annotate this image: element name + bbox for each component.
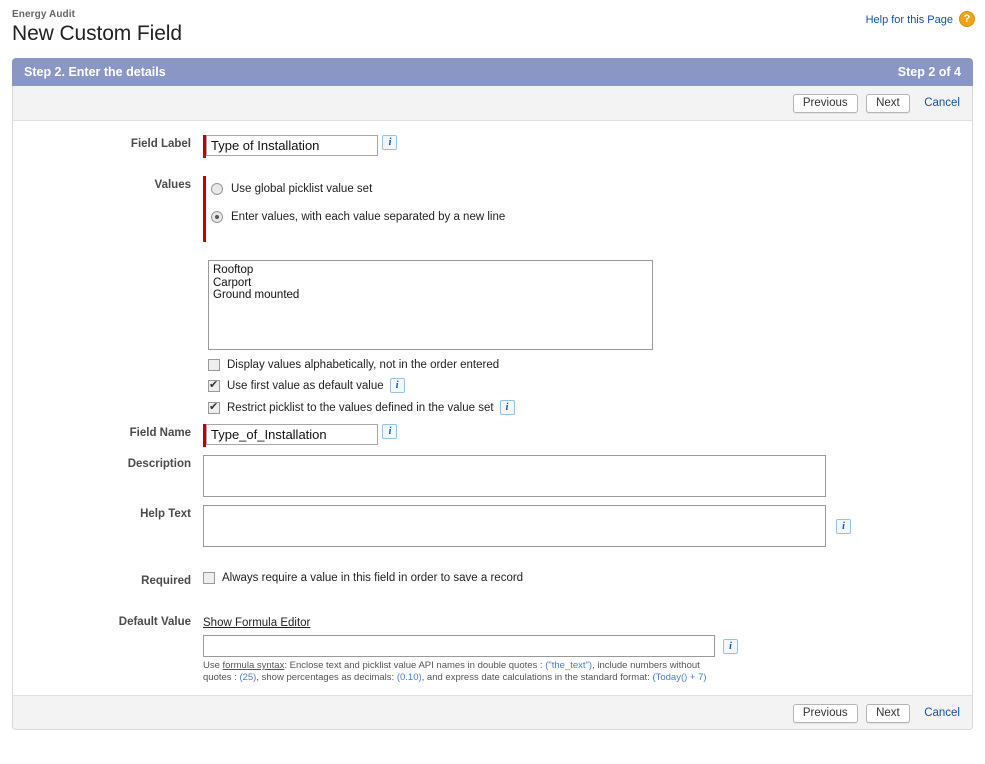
hint-token-decimal: (0.10) <box>396 671 422 683</box>
radio-global-picklist-button[interactable] <box>211 183 223 195</box>
field-label-control: i <box>203 135 972 158</box>
question-mark-icon[interactable]: ? <box>959 11 975 27</box>
checkbox-display-alphabetically-label[interactable]: Display values alphabetically, not in th… <box>227 359 499 371</box>
hint-part-2: : Enclose text and picklist value API na… <box>284 660 546 671</box>
page-header: Energy Audit New Custom Field Help for t… <box>0 0 985 58</box>
step-banner: Step 2. Enter the details Step 2 of 4 <box>12 58 973 86</box>
checkbox-display-alphabetically[interactable]: Display values alphabetically, not in th… <box>208 359 972 371</box>
checkbox-first-value-default-label[interactable]: Use first value as default value <box>227 380 384 392</box>
description-textarea[interactable] <box>203 455 826 497</box>
field-label-label: Field Label <box>130 138 191 150</box>
required-control: Always require a value in this field in … <box>203 572 972 584</box>
info-icon-first-value-default[interactable]: i <box>389 378 405 393</box>
info-icon-field-name[interactable]: i <box>382 424 398 439</box>
field-label-row: Field Label i <box>13 135 972 158</box>
default-value-control: Show Formula Editor i Use formula syntax… <box>203 613 972 683</box>
radio-enter-values-button[interactable] <box>211 211 223 223</box>
picklist-values-textarea[interactable] <box>208 260 653 350</box>
next-button-bottom[interactable]: Next <box>866 704 910 723</box>
checkbox-first-value-default[interactable]: Use first value as default value i <box>208 378 972 393</box>
cancel-link-top[interactable]: Cancel <box>924 97 960 109</box>
help-text-label: Help Text <box>140 508 191 520</box>
hint-token-number: (25) <box>239 671 257 683</box>
formula-syntax-hint: Use formula syntax: Enclose text and pic… <box>203 660 715 683</box>
required-label: Required <box>141 575 191 587</box>
hint-part-5: , and express date calculations in the s… <box>421 671 653 683</box>
form-panel: Field Label i Values Use global picklist… <box>12 121 973 695</box>
step-banner-title: Step 2. Enter the details <box>24 65 166 79</box>
info-icon-default-value[interactable]: i <box>723 638 738 654</box>
bottom-button-bar: Previous Next Cancel <box>12 695 973 730</box>
checkbox-always-require[interactable]: Always require a value in this field in … <box>203 572 972 584</box>
default-value-row: Default Value Show Formula Editor i Use … <box>13 613 972 683</box>
hint-part-1: Use <box>203 660 223 671</box>
required-row: Required Always require a value in this … <box>13 572 972 587</box>
values-control: Use global picklist value set Enter valu… <box>203 176 972 422</box>
description-label: Description <box>127 458 191 470</box>
previous-button-top[interactable]: Previous <box>792 94 858 113</box>
hint-token-date: (Today() + 7) <box>652 671 707 683</box>
page-title: New Custom Field <box>12 22 182 45</box>
radio-enter-values[interactable]: Enter values, with each value separated … <box>211 202 505 232</box>
help-text-control: i <box>203 505 972 547</box>
field-name-label: Field Name <box>129 427 191 439</box>
breadcrumb: Energy Audit <box>12 9 76 20</box>
new-custom-field-page: Energy Audit New Custom Field Help for t… <box>0 0 985 764</box>
info-icon-field-label[interactable]: i <box>382 135 398 150</box>
info-icon-restrict-picklist[interactable]: i <box>499 400 515 415</box>
cancel-link-bottom[interactable]: Cancel <box>924 707 960 719</box>
field-name-input[interactable] <box>206 424 378 445</box>
help-text-textarea[interactable] <box>203 505 826 547</box>
checkbox-always-require-box[interactable] <box>203 572 215 584</box>
show-formula-editor-link[interactable]: Show Formula Editor <box>203 617 310 629</box>
checkbox-restrict-picklist-label[interactable]: Restrict picklist to the values defined … <box>227 402 494 414</box>
radio-global-picklist[interactable]: Use global picklist value set <box>211 176 505 202</box>
previous-button-bottom[interactable]: Previous <box>792 704 858 723</box>
radio-enter-values-label[interactable]: Enter values, with each value separated … <box>231 211 505 223</box>
help-for-this-page-link[interactable]: Help for this Page <box>866 14 953 26</box>
description-control <box>203 455 972 497</box>
radio-global-picklist-label[interactable]: Use global picklist value set <box>231 183 372 195</box>
field-name-control: i <box>203 424 972 447</box>
checkbox-restrict-picklist-box[interactable] <box>208 401 220 414</box>
checkbox-first-value-default-box[interactable] <box>208 379 220 392</box>
formula-syntax-underline[interactable]: formula syntax <box>223 660 285 671</box>
default-value-input[interactable] <box>203 635 715 657</box>
step-counter: Step 2 of 4 <box>897 65 961 79</box>
values-row: Values Use global picklist value set Ent… <box>13 176 972 422</box>
default-value-label: Default Value <box>118 616 191 628</box>
checkbox-restrict-picklist[interactable]: Restrict picklist to the values defined … <box>208 400 972 415</box>
checkbox-display-alphabetically-box[interactable] <box>208 359 220 371</box>
values-required-indicator <box>203 176 206 242</box>
help-text-row: Help Text i <box>13 505 972 547</box>
info-icon-help-text[interactable]: i <box>836 518 851 534</box>
top-button-bar: Previous Next Cancel <box>12 86 973 121</box>
description-row: Description <box>13 455 972 497</box>
values-label: Values <box>154 179 191 191</box>
checkbox-always-require-label[interactable]: Always require a value in this field in … <box>222 572 523 584</box>
hint-part-4: , show percentages as decimals: <box>256 671 397 683</box>
field-name-row: Field Name i <box>13 424 972 447</box>
field-label-input[interactable] <box>206 135 378 156</box>
next-button-top[interactable]: Next <box>866 94 910 113</box>
hint-token-text: ("the_text") <box>545 660 593 671</box>
